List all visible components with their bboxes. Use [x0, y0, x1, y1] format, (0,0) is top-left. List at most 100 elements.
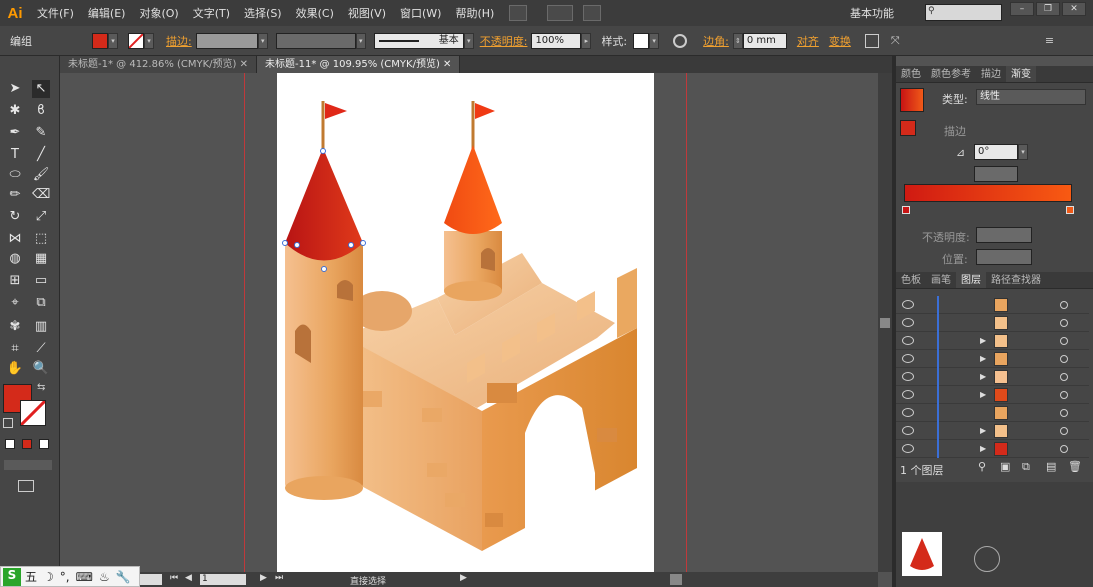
expand-icon[interactable]: ▶	[980, 372, 986, 381]
target-icon[interactable]	[1060, 445, 1068, 453]
visibility-eye-icon[interactable]	[902, 372, 914, 381]
none-mode-icon[interactable]	[39, 439, 49, 449]
visibility-eye-icon[interactable]	[902, 408, 914, 417]
target-icon[interactable]	[1060, 391, 1068, 399]
skin-icon[interactable]: ♨	[99, 570, 110, 584]
locate-object-icon[interactable]: ⚲	[978, 460, 986, 473]
menu-window[interactable]: 窗口(W)	[393, 5, 448, 21]
artboard-tool-icon[interactable]: ⌗	[6, 340, 24, 358]
gradient-stop-right[interactable]	[1066, 206, 1074, 214]
layer-row[interactable]: ▶	[896, 350, 1089, 368]
zoom-tool-icon[interactable]: 🔍	[32, 360, 50, 378]
eyedropper-tool-icon[interactable]: ⌖	[6, 294, 24, 312]
visibility-eye-icon[interactable]	[902, 318, 914, 327]
tools-icon[interactable]: 🔧	[116, 570, 131, 584]
target-icon[interactable]	[1060, 373, 1068, 381]
expand-icon[interactable]: ▶	[980, 426, 986, 435]
paintbrush-tool-icon[interactable]: 🖌	[32, 166, 50, 184]
free-transform-tool-icon[interactable]: ⬚	[32, 230, 50, 248]
scale-tool-icon[interactable]: ⤢	[32, 208, 50, 226]
minimize-button[interactable]: –	[1010, 2, 1034, 16]
panel-menu-icon[interactable]: ≡	[1045, 34, 1054, 47]
canvas[interactable]	[60, 73, 878, 572]
first-artboard-icon[interactable]: ⏮	[170, 573, 178, 583]
layer-row[interactable]: ▶	[896, 368, 1089, 386]
stroke-weight-field[interactable]	[195, 32, 258, 49]
fill-stroke-indicator[interactable]	[900, 120, 916, 136]
slice-tool-icon[interactable]: ⟋	[32, 340, 50, 358]
layer-row[interactable]	[896, 314, 1089, 332]
next-artboard-icon[interactable]: ▶	[260, 573, 267, 583]
column-graph-tool-icon[interactable]: ▥	[32, 318, 50, 336]
new-sublayer-icon[interactable]: ⧉	[1022, 460, 1030, 474]
visibility-eye-icon[interactable]	[902, 336, 914, 345]
stroke-weight-dropdown[interactable]: ▾	[257, 32, 268, 49]
opacity-link[interactable]: 不透明度:	[480, 33, 528, 49]
type-tool-icon[interactable]: T	[6, 146, 24, 164]
last-artboard-icon[interactable]: ⏭	[275, 573, 283, 583]
curvature-tool-icon[interactable]: ✎	[32, 124, 50, 142]
default-colors-icon[interactable]	[3, 418, 13, 428]
drawing-modes-icon[interactable]	[4, 460, 52, 470]
zoom-field[interactable]	[140, 574, 162, 585]
stroke-dropdown[interactable]: ▾	[144, 32, 154, 49]
gradient-thumbnail[interactable]	[900, 88, 924, 112]
symbol-sprayer-tool-icon[interactable]: ✾	[6, 318, 24, 336]
horizontal-scrollbar[interactable]	[475, 572, 878, 587]
ime-logo-icon[interactable]: S	[3, 567, 21, 586]
delete-layer-icon[interactable]: 🗑	[1068, 460, 1082, 473]
layer-row[interactable]: ▶	[896, 386, 1089, 404]
close-button[interactable]: ✕	[1062, 2, 1086, 16]
tab-brushes[interactable]: 画笔	[926, 272, 956, 288]
castle-artwork[interactable]	[277, 73, 654, 572]
angle-field[interactable]: 0°	[974, 144, 1018, 160]
menu-help[interactable]: 帮助(H)	[448, 5, 501, 21]
visibility-eye-icon[interactable]	[902, 426, 914, 435]
target-icon[interactable]	[1060, 319, 1068, 327]
corner-link[interactable]: 边角:	[703, 33, 729, 49]
line-tool-icon[interactable]: ╱	[32, 146, 50, 164]
ellipse-tool-icon[interactable]: ⬭	[6, 166, 24, 184]
close-tab-icon[interactable]: ✕	[443, 59, 451, 70]
menu-select[interactable]: 选择(S)	[237, 5, 289, 21]
expand-icon[interactable]: ▶	[980, 336, 986, 345]
tab-swatches[interactable]: 色板	[896, 272, 926, 288]
brush-style-dropdown[interactable]: ▾	[463, 32, 474, 49]
artboard-number-field[interactable]: 1	[200, 574, 246, 585]
stroke-color-box[interactable]	[19, 399, 47, 427]
color-mode-icon[interactable]	[5, 439, 15, 449]
width-tool-icon[interactable]: ⋈	[6, 230, 24, 248]
ime-mode[interactable]: 五	[25, 568, 37, 585]
mesh-tool-icon[interactable]: ⊞	[6, 272, 24, 290]
transform-again-icon[interactable]: ⤧	[891, 34, 905, 48]
stroke-link[interactable]: 描边:	[166, 33, 192, 49]
layer-row[interactable]: ▶	[896, 440, 1089, 458]
tab-pathfinder[interactable]: 路径查找器	[986, 272, 1046, 288]
fill-swatch[interactable]	[92, 32, 108, 49]
scroll-thumb[interactable]	[670, 574, 682, 585]
target-icon[interactable]	[1060, 427, 1068, 435]
visibility-eye-icon[interactable]	[902, 390, 914, 399]
bridge-icon[interactable]	[509, 5, 528, 21]
fill-dropdown[interactable]: ▾	[108, 32, 118, 49]
menu-effect[interactable]: 效果(C)	[289, 5, 341, 21]
target-icon[interactable]	[1060, 355, 1068, 363]
gpu-performance-icon[interactable]	[583, 5, 602, 21]
layer-row[interactable]	[896, 296, 1089, 314]
target-icon[interactable]	[1060, 301, 1068, 309]
menu-file[interactable]: 文件(F)	[30, 5, 81, 21]
align-link[interactable]: 对齐	[797, 33, 819, 49]
recolor-icon[interactable]	[673, 33, 688, 48]
variable-width-field[interactable]	[275, 32, 356, 49]
angle-dropdown[interactable]: ▾	[1018, 144, 1028, 160]
selection-tool-icon[interactable]: ➤	[6, 80, 24, 98]
moon-icon[interactable]: ☽	[43, 570, 54, 584]
menu-view[interactable]: 视图(V)	[341, 5, 393, 21]
layer-row[interactable]: ▶	[896, 422, 1089, 440]
blend-tool-icon[interactable]: ⧉	[32, 294, 50, 312]
search-input[interactable]: ⚲	[925, 4, 1002, 21]
workspace-switcher[interactable]: 基本功能	[850, 5, 894, 21]
gradient-mode-icon[interactable]	[22, 439, 32, 449]
gradient-tool-icon[interactable]: ▭	[32, 272, 50, 290]
menu-object[interactable]: 对象(O)	[132, 5, 185, 21]
